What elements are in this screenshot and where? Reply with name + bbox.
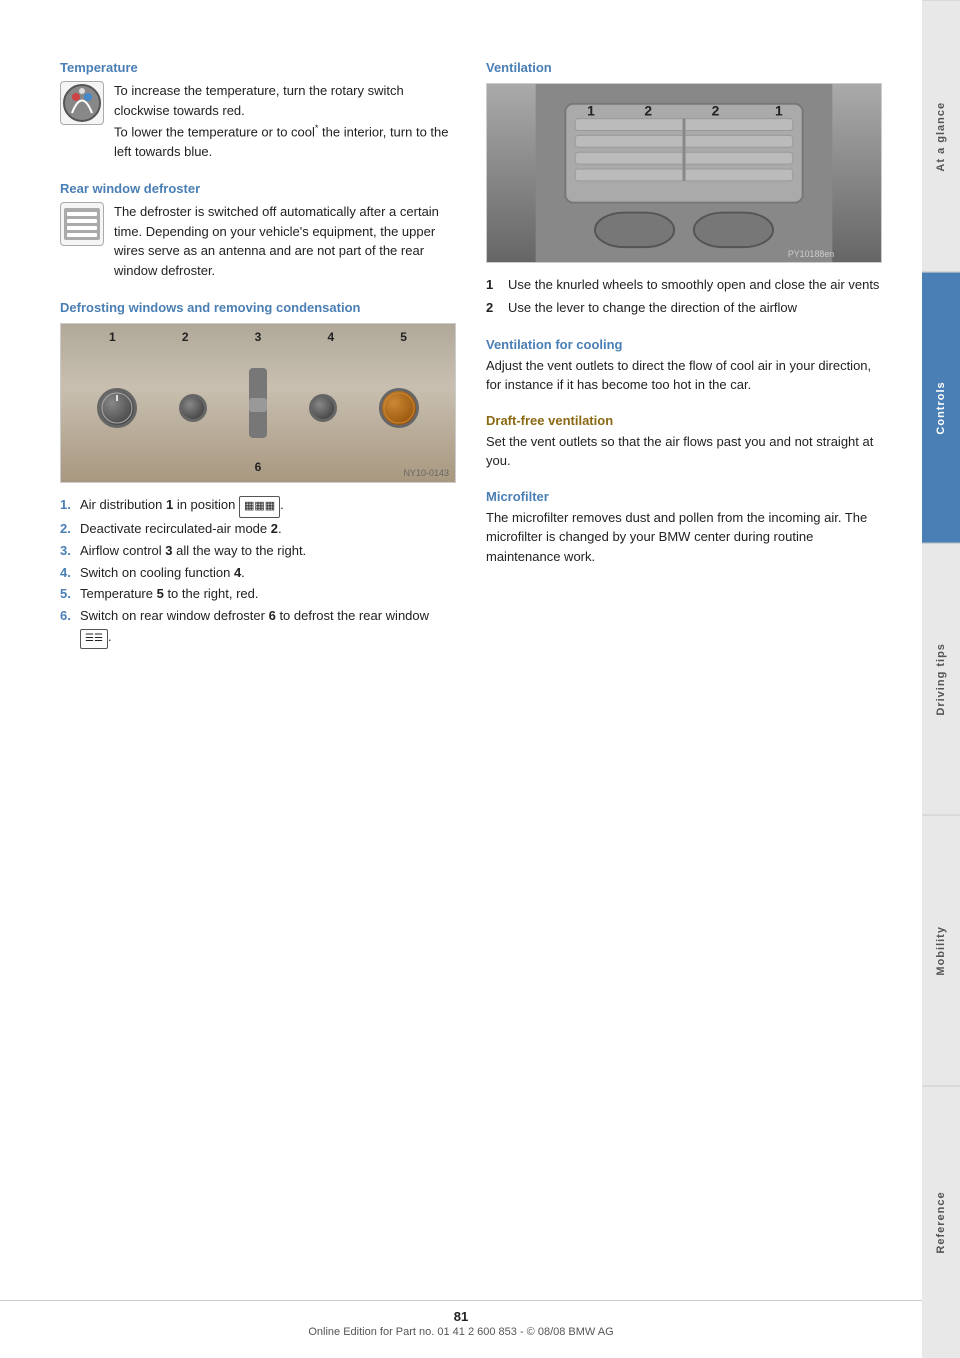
- two-columns: Temperature To increase the temp: [60, 60, 882, 667]
- knob-2-container: [179, 394, 207, 422]
- ventilation-items: 1 Use the knurled wheels to smoothly ope…: [486, 275, 882, 319]
- ventilation-heading: Ventilation: [486, 60, 882, 75]
- controls-diagram-inner: 1 2 3 4 5: [61, 324, 455, 482]
- step-6-text: Switch on rear window defroster 6 to def…: [80, 606, 456, 649]
- vent-item-2: 2 Use the lever to change the direction …: [486, 298, 882, 319]
- vent-item-1-text: Use the knurled wheels to smoothly open …: [508, 275, 879, 296]
- defrosting-heading: Defrosting windows and removing condensa…: [60, 300, 456, 315]
- step-num-2: 2.: [60, 519, 76, 540]
- knob-1-container: [97, 388, 137, 428]
- ventilation-cooling-heading: Ventilation for cooling: [486, 337, 882, 352]
- knob-4: [309, 394, 337, 422]
- controls-diagram: 1 2 3 4 5: [61, 324, 455, 482]
- draft-free-section: Draft-free ventilation Set the vent outl…: [486, 413, 882, 471]
- sidebar: At a glance Controls Driving tips Mobili…: [922, 0, 960, 1358]
- temperature-section: Temperature To increase the temp: [60, 60, 456, 163]
- diagram-note: NY10-0143: [403, 468, 449, 478]
- step-2: 2. Deactivate recirculated-air mode 2.: [60, 519, 456, 540]
- slider-3-container: [249, 368, 267, 438]
- temperature-icon-row: To increase the temperature, turn the ro…: [60, 81, 456, 163]
- step-num-6: 6.: [60, 606, 76, 649]
- rear-defroster-heading: Rear window defroster: [60, 181, 456, 196]
- defrosting-section: Defrosting windows and removing condensa…: [60, 300, 456, 649]
- step-1: 1. Air distribution 1 in position ▦▦▦.: [60, 495, 456, 518]
- microfilter-section: Microfilter The microfilter removes dust…: [486, 489, 882, 567]
- svg-text:PY10188en: PY10188en: [788, 249, 834, 259]
- diagram-numbers: 1 2 3 4 5: [61, 330, 455, 344]
- vent-photo: 1 2 2 1 PY10188en: [487, 84, 881, 262]
- sidebar-tab-driving-tips[interactable]: Driving tips: [922, 543, 960, 815]
- temperature-text: To increase the temperature, turn the ro…: [114, 81, 456, 163]
- diagram-num-5: 5: [400, 330, 407, 344]
- rear-defroster-text: The defroster is switched off automatica…: [114, 202, 456, 282]
- step-1-text: Air distribution 1 in position ▦▦▦.: [80, 495, 284, 518]
- svg-text:2: 2: [644, 103, 652, 119]
- knob-5: [379, 388, 419, 428]
- ventilation-photo-box: 1 2 2 1 PY10188en: [486, 83, 882, 263]
- sidebar-tab-reference[interactable]: Reference: [922, 1086, 960, 1358]
- step-3-text: Airflow control 3 all the way to the rig…: [80, 541, 306, 562]
- ventilation-section: Ventilation: [486, 60, 882, 319]
- step-2-text: Deactivate recirculated-air mode 2.: [80, 519, 282, 540]
- vent-item-1: 1 Use the knurled wheels to smoothly ope…: [486, 275, 882, 296]
- vent-num-2: 2: [486, 298, 500, 319]
- controls-diagram-box: 1 2 3 4 5: [60, 323, 456, 483]
- svg-text:2: 2: [712, 103, 720, 119]
- footer: 81 Online Edition for Part no. 01 41 2 6…: [0, 1300, 922, 1338]
- rear-defroster-icon-row: The defroster is switched off automatica…: [60, 202, 456, 282]
- page-number: 81: [0, 1309, 922, 1324]
- ventilation-cooling-section: Ventilation for cooling Adjust the vent …: [486, 337, 882, 395]
- step-4: 4. Switch on cooling function 4.: [60, 563, 456, 584]
- knob-2: [179, 394, 207, 422]
- slider-3: [249, 368, 267, 438]
- step-num-4: 4.: [60, 563, 76, 584]
- vent-svg: 1 2 2 1 PY10188en: [487, 84, 881, 262]
- right-column: Ventilation: [486, 60, 882, 667]
- ventilation-photo-inner: 1 2 2 1 PY10188en: [487, 84, 881, 262]
- step-num-3: 3.: [60, 541, 76, 562]
- microfilter-heading: Microfilter: [486, 489, 882, 504]
- knob-4-container: [309, 394, 337, 422]
- knob-1: [97, 388, 137, 428]
- knob-5-container: [379, 388, 419, 428]
- left-column: Temperature To increase the temp: [60, 60, 456, 667]
- step-num-1: 1.: [60, 495, 76, 518]
- diagram-label-6: 6: [255, 460, 262, 474]
- sidebar-tab-at-a-glance[interactable]: At a glance: [922, 0, 960, 272]
- step-num-5: 5.: [60, 584, 76, 605]
- sidebar-tab-controls[interactable]: Controls: [922, 272, 960, 544]
- step-5: 5. Temperature 5 to the right, red.: [60, 584, 456, 605]
- vent-item-2-text: Use the lever to change the direction of…: [508, 298, 797, 319]
- rear-defroster-icon: [62, 206, 102, 242]
- diagram-num-2: 2: [182, 330, 189, 344]
- temperature-icon: [62, 83, 102, 123]
- step-5-text: Temperature 5 to the right, red.: [80, 584, 259, 605]
- temperature-icon-box: [60, 81, 104, 125]
- svg-text:1: 1: [775, 103, 783, 119]
- vent-num-1: 1: [486, 275, 500, 296]
- step-4-text: Switch on cooling function 4.: [80, 563, 245, 584]
- footer-text: Online Edition for Part no. 01 41 2 600 …: [308, 1326, 613, 1338]
- main-content: Temperature To increase the temp: [0, 0, 922, 1358]
- temperature-heading: Temperature: [60, 60, 456, 75]
- draft-free-heading: Draft-free ventilation: [486, 413, 882, 428]
- rear-defroster-section: Rear window defroster The defros: [60, 181, 456, 282]
- sidebar-tab-mobility[interactable]: Mobility: [922, 815, 960, 1087]
- diagram-num-1: 1: [109, 330, 116, 344]
- step-3: 3. Airflow control 3 all the way to the …: [60, 541, 456, 562]
- diagram-num-4: 4: [327, 330, 334, 344]
- step-6: 6. Switch on rear window defroster 6 to …: [60, 606, 456, 649]
- defrosting-steps-list: 1. Air distribution 1 in position ▦▦▦. 2…: [60, 495, 456, 649]
- svg-text:1: 1: [587, 103, 595, 119]
- rear-defroster-icon-box: [60, 202, 104, 246]
- diagram-num-3: 3: [255, 330, 262, 344]
